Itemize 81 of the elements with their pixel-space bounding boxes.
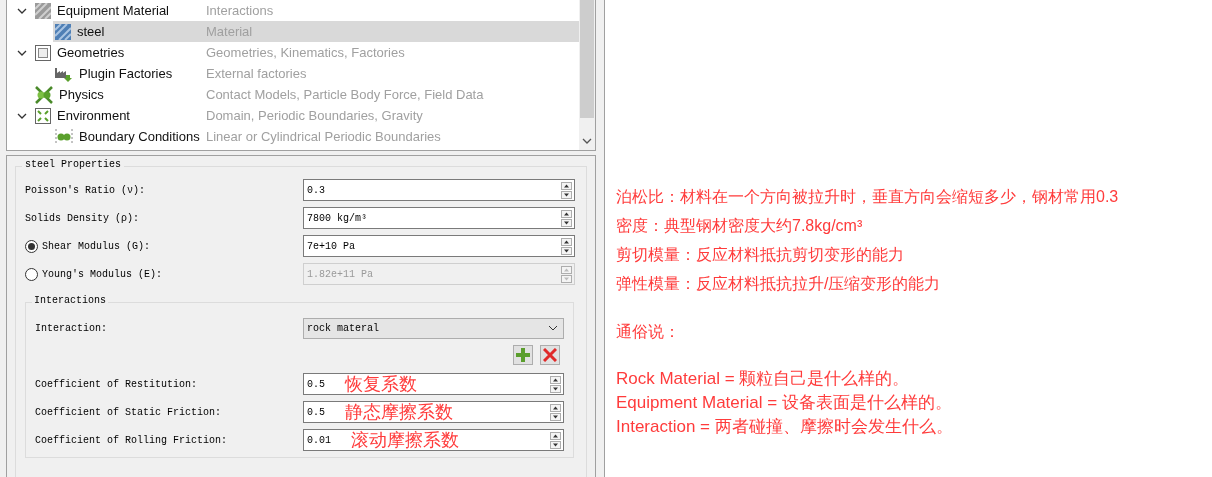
field-value: 0.5 xyxy=(306,377,325,392)
square-frame-icon xyxy=(35,44,51,61)
field-label: Solids Density (ρ): xyxy=(25,211,140,226)
factory-icon xyxy=(55,65,73,82)
annotation-text: 滚动摩擦系数 xyxy=(351,431,459,449)
group-title: Interactions xyxy=(32,296,108,306)
item-name: Environment xyxy=(57,106,130,125)
item-description: External factories xyxy=(206,64,307,83)
item-description: Interactions xyxy=(206,1,274,20)
tree-item[interactable]: Environment Domain, Periodic Boundaries, Gravity xyxy=(7,105,579,126)
radio-button[interactable] xyxy=(25,239,38,253)
spin-up-icon[interactable] xyxy=(561,237,572,246)
spin-down-icon[interactable] xyxy=(561,190,572,199)
item-description: Domain, Periodic Boundaries, Gravity xyxy=(206,106,423,125)
annotation-text: 静态摩擦系数 xyxy=(345,403,453,421)
spin-field[interactable]: 7e+10 Pa xyxy=(303,235,575,257)
spin-down-icon[interactable] xyxy=(550,440,561,449)
field-value: 7800 kg/m³ xyxy=(306,211,367,226)
field-value: 0.01 xyxy=(306,433,331,448)
particles-icon xyxy=(35,85,53,104)
spin-down-icon[interactable] xyxy=(550,384,561,393)
item-description: Geometries, Kinematics, Factories xyxy=(206,43,405,62)
spin-down-icon[interactable] xyxy=(561,218,572,227)
note-text: Interaction = 两者碰撞、摩擦时会发生什么。 xyxy=(616,416,954,438)
item-name: Geometries xyxy=(57,43,125,62)
interaction-dropdown[interactable]: rock materal xyxy=(302,317,564,339)
annotation-text: 恢复系数 xyxy=(345,375,417,393)
field-label: Coefficient of Static Friction: xyxy=(35,405,223,420)
item-description: Contact Models, Particle Body Force, Field Data xyxy=(206,85,484,104)
note-text: 弹性模量：反应材料抵抗拉升/压缩变形的能力 xyxy=(616,274,942,294)
note-text: 密度：典型钢材密度大约7.8kg/cm³ xyxy=(616,216,864,236)
field-value: 0.5 xyxy=(306,405,325,420)
tree-item[interactable]: Geometries Geometries, Kinematics, Factories xyxy=(7,42,579,63)
field-label: Coefficient of Rolling Friction: xyxy=(35,433,229,448)
note-text: Equipment Material = 设备表面是什么样的。 xyxy=(616,392,953,414)
spin-down-icon[interactable] xyxy=(561,246,572,255)
spin-up-icon[interactable] xyxy=(561,181,572,190)
spin-up-icon[interactable] xyxy=(561,209,572,218)
spin-field[interactable]: 0.3 xyxy=(303,179,575,201)
tree-item[interactable]: steel Material xyxy=(53,21,579,42)
caret-icon xyxy=(548,325,558,331)
field-label: Young's Modulus (E): xyxy=(42,267,163,282)
spin-down-icon[interactable] xyxy=(550,412,561,421)
group-title: steel Properties xyxy=(22,160,124,170)
spin-field[interactable]: 0.5 恢复系数 xyxy=(303,373,564,395)
field-label: Coefficient of Restitution: xyxy=(35,377,199,392)
spin-up-icon[interactable] xyxy=(550,431,561,440)
item-description: Linear or Cylindrical Periodic Boundaries xyxy=(206,127,441,146)
spin-field[interactable]: 7800 kg/m³ xyxy=(303,207,575,229)
spin-field[interactable]: 0.01 滚动摩擦系数 xyxy=(303,429,564,451)
tree-item[interactable]: Equipment Material Interactions xyxy=(7,0,579,21)
scrollbar-drawing[interactable] xyxy=(579,0,595,150)
add-button[interactable] xyxy=(513,345,533,365)
field-value: 0.3 xyxy=(306,183,325,198)
note-text: 泊松比：材料在一个方向被拉升时，垂直方向会缩短多少，钢材常用0.3 xyxy=(616,187,1120,207)
close-icon xyxy=(543,348,557,362)
tree-item[interactable]: Plugin Factories External factories xyxy=(7,63,579,84)
item-name: Physics xyxy=(59,85,104,104)
spin-field[interactable]: 0.5 静态摩擦系数 xyxy=(303,401,564,423)
item-description: Material xyxy=(206,22,253,41)
field-value: 1.82e+11 Pa xyxy=(306,267,373,282)
plus-icon xyxy=(516,348,530,362)
item-name: Boundary Conditions xyxy=(79,127,200,146)
note-text: Rock Material = 颗粒自己是什么样的。 xyxy=(616,368,911,390)
field-label: Interaction: xyxy=(35,321,108,336)
expand-frame-icon xyxy=(35,107,51,124)
tree-item[interactable]: Boundary Conditions Linear or Cylindrical Periodic Boundaries xyxy=(7,126,579,147)
field-label: Shear Modulus (G): xyxy=(42,239,151,254)
hatched-square-icon xyxy=(55,23,71,40)
note-heading: 通俗说： xyxy=(616,322,681,342)
field-value: 7e+10 Pa xyxy=(306,239,355,254)
field-label: Poisson's Ratio (ν): xyxy=(25,183,146,198)
spin-up-icon[interactable] xyxy=(550,403,561,412)
boundary-icon xyxy=(55,128,73,145)
item-name: Equipment Material xyxy=(57,1,169,20)
remove-button[interactable] xyxy=(540,345,560,365)
note-text: 剪切模量：反应材料抵抗剪切变形的能力 xyxy=(616,245,905,265)
spin-up-icon[interactable] xyxy=(550,375,561,384)
tree-item[interactable]: Physics Contact Models, Particle Body Force, Field Data xyxy=(7,84,579,105)
item-name: Plugin Factories xyxy=(79,64,173,83)
item-name: steel xyxy=(77,22,105,41)
